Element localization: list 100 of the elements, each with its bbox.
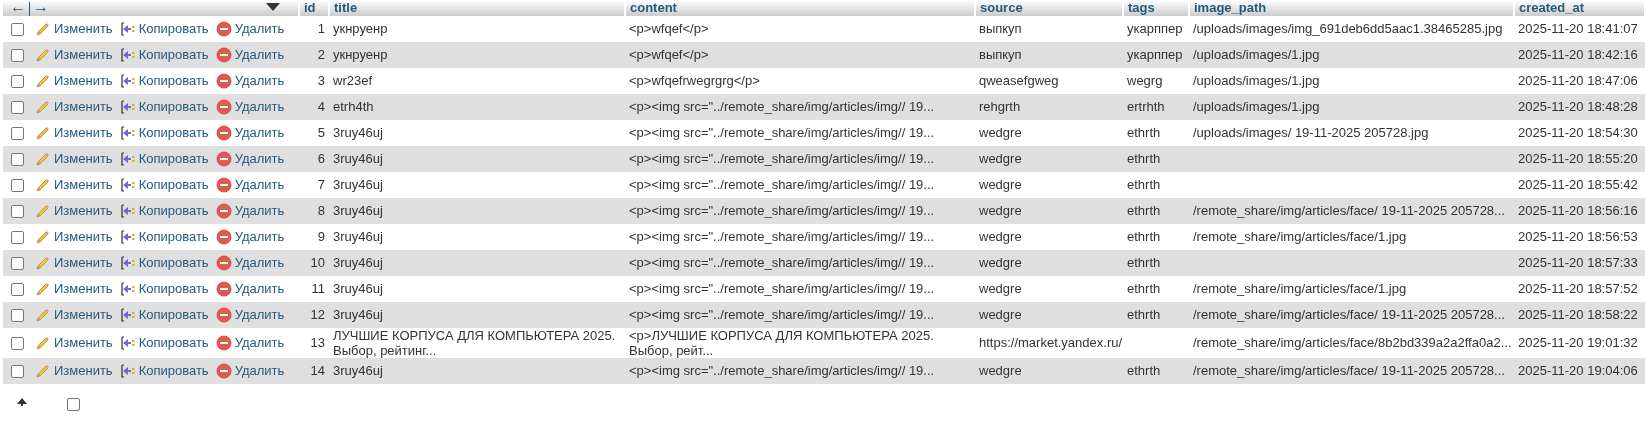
table-cell: 2025-11-20 18:57:33 [1518,255,1638,271]
delete-link[interactable]: Удалить [215,228,285,245]
table-cell: ЛУЧШИЕ КОРПУСА ДЛЯ КОМПЬЮТЕРА 2025. Выбор, рейтинг... [333,327,616,358]
table-cell: 2025-11-20 18:47:06 [1518,73,1638,89]
table-cell: ethrth [1127,255,1161,271]
delete-link[interactable]: Удалить [215,334,285,351]
delete-link[interactable]: Удалить [215,20,285,37]
table-cell: 2025-11-20 18:48:28 [1518,99,1638,115]
delete-link[interactable]: Удалить [215,72,285,89]
delete-link[interactable]: Удалить [215,280,285,297]
edit-link[interactable]: Изменить [35,150,113,167]
delete-icon [215,306,232,323]
table-cell: /remote_share/img/articles/face/ 19-11-2025 205728... [1193,203,1505,219]
delete-link[interactable]: Удалить [215,150,285,167]
table-cell: <p>wfqefrwegrgrg</p> [629,73,760,89]
table-cell: ethrth [1127,229,1161,245]
copy-link[interactable]: Копировать [119,20,209,37]
table-cell: wedgre [979,177,1022,193]
column-header[interactable]: content [630,0,677,15]
edit-link[interactable]: Изменить [35,98,113,115]
checkbox[interactable] [67,397,80,411]
delete-link[interactable]: Удалить [215,176,285,193]
row-checkbox[interactable] [11,127,24,141]
row-checkbox[interactable] [11,365,24,379]
delete-link[interactable]: Удалить [215,306,285,323]
table-cell: qweasefgweg [979,73,1059,89]
table-cell: 10 [310,255,325,271]
next-link[interactable]: → [30,0,52,15]
edit-link[interactable]: Изменить [35,46,113,63]
copy-link[interactable]: Копировать [119,202,209,219]
table-cell: 3ruy46uj [333,125,383,141]
table-cell: 2025-11-20 18:55:20 [1518,151,1638,167]
copy-link[interactable]: Копировать [119,98,209,115]
table-cell: /remote_share/img/articles/face/1.jpg [1193,229,1407,245]
row-checkbox[interactable] [11,153,24,167]
row-checkbox[interactable] [11,179,24,193]
row-checkbox[interactable] [11,23,24,37]
row-checkbox[interactable] [11,231,24,245]
delete-link[interactable]: Удалить [215,254,285,271]
delete-link[interactable]: Удалить [215,362,285,379]
delete-link[interactable]: Удалить [215,46,285,63]
table-cell: ethrth [1127,177,1161,193]
copy-icon [119,150,136,167]
table-cell: wedgre [979,125,1022,141]
copy-link[interactable]: Копировать [119,254,209,271]
pencil-icon [35,202,51,219]
table-cell: /uploads/images/img_691deb6dd5aac1.38465285.jpg [1193,21,1503,37]
table-cell: 3ruy46uj [333,229,383,245]
copy-link[interactable]: Копировать [119,124,209,141]
table-cell: ethrth [1127,281,1161,297]
edit-link[interactable]: Изменить [35,202,113,219]
edit-link[interactable]: Изменить [35,280,113,297]
copy-link[interactable]: Копировать [119,334,209,351]
edit-link[interactable]: Изменить [35,124,113,141]
copy-icon [119,72,136,89]
column-header[interactable]: title [334,0,358,15]
table-cell: 2025-11-20 18:54:30 [1518,125,1638,141]
previous-link[interactable]: ← [7,0,29,15]
row-checkbox[interactable] [11,257,24,271]
table-cell: 2025-11-20 18:58:22 [1518,307,1638,323]
delete-icon [215,280,232,297]
table-cell: 2025-11-20 18:56:53 [1518,229,1638,245]
copy-link[interactable]: Копировать [119,280,209,297]
row-checkbox[interactable] [11,49,24,63]
copy-link[interactable]: Копировать [119,150,209,167]
table-cell: 4 [317,99,325,115]
edit-link[interactable]: Изменить [35,228,113,245]
row-checkbox[interactable] [11,75,24,89]
delete-link[interactable]: Удалить [215,202,285,219]
table-cell: https://market.yandex.ru/ [979,335,1123,351]
edit-link[interactable]: Изменить [35,20,113,37]
copy-link[interactable]: Копировать [119,362,209,379]
row-checkbox[interactable] [11,205,24,219]
copy-link[interactable]: Копировать [119,176,209,193]
delete-link[interactable]: Удалить [215,98,285,115]
table-cell: <p><img src="../remote_share/img/articles/img// 19... [629,151,935,167]
edit-link[interactable]: Изменить [35,334,113,351]
edit-link[interactable]: Изменить [35,72,113,89]
row-checkbox[interactable] [11,337,24,351]
edit-link[interactable]: Изменить [35,306,113,323]
dropdown-icon[interactable] [266,3,280,11]
copy-link[interactable]: Копировать [119,46,209,63]
table-cell: укнруенр [333,47,388,63]
table-cell: <p><img src="../remote_share/img/articles/img// 19... [629,307,935,323]
copy-link[interactable]: Копировать [119,306,209,323]
edit-link[interactable]: Изменить [35,254,113,271]
row-checkbox[interactable] [11,309,24,323]
delete-link[interactable]: Удалить [215,124,285,141]
copy-link[interactable]: Копировать [119,72,209,89]
edit-link[interactable]: Изменить [35,362,113,379]
row-checkbox[interactable] [11,101,24,115]
table-cell: 2025-11-20 18:42:16 [1518,47,1638,63]
table-cell: 2 [317,47,325,63]
table-cell: ethrth [1127,307,1161,323]
edit-link[interactable]: Изменить [35,176,113,193]
row-checkbox[interactable] [11,283,24,297]
delete-icon [215,46,232,63]
copy-icon [119,124,136,141]
table-cell: 5 [317,125,325,141]
copy-link[interactable]: Копировать [119,228,209,245]
